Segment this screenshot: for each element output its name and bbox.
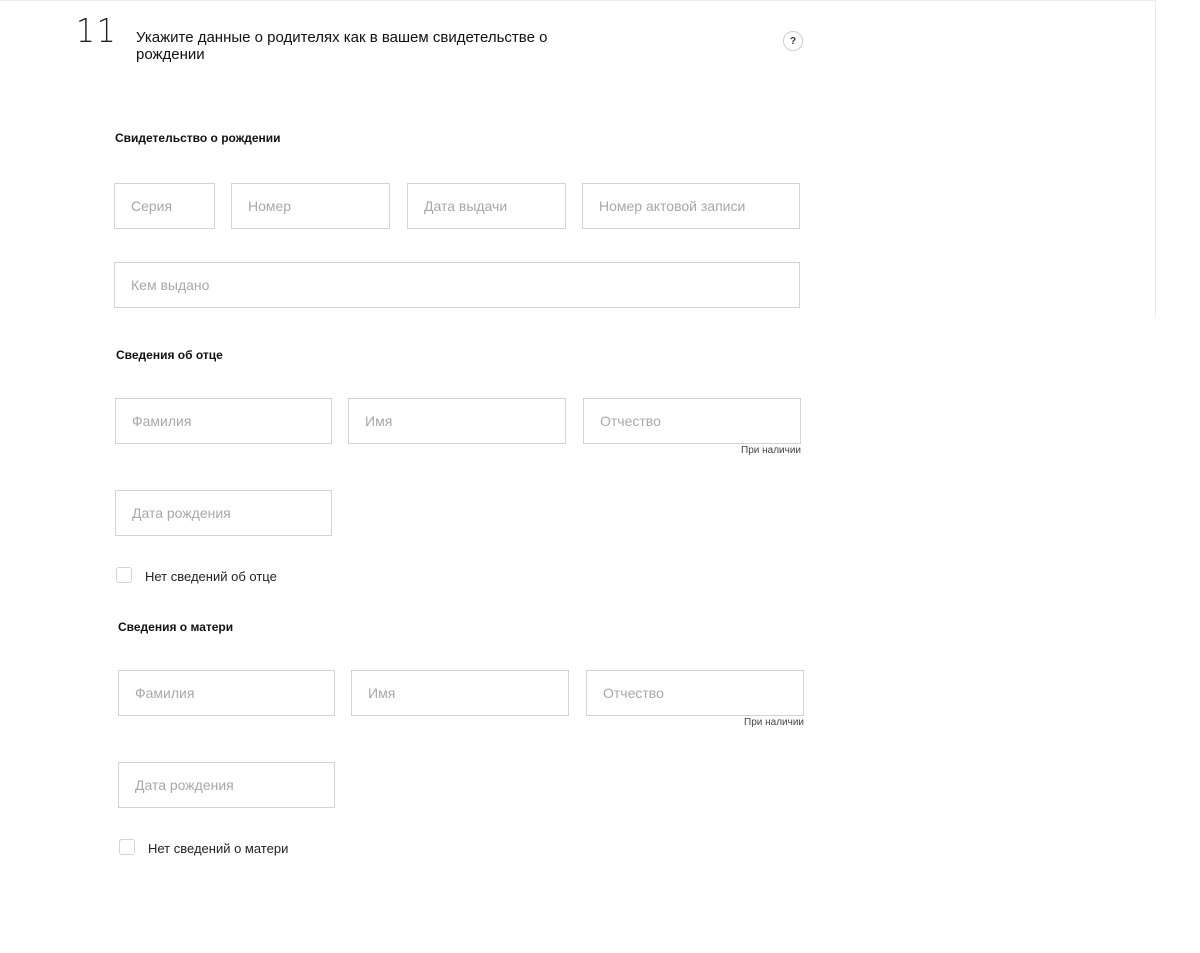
mother-patronymic-hint: При наличии [744,717,804,728]
certificate-heading: Свидетельство о рождении [115,131,281,145]
certificate-record-number-input[interactable] [582,183,800,229]
certificate-issued-by-input[interactable] [114,262,800,308]
father-patronymic-input[interactable] [583,398,801,444]
mother-no-info-label[interactable]: Нет сведений о матери [148,841,288,856]
step-title: Укажите данные о родителях как в вашем с… [136,29,548,63]
right-divider [1155,0,1156,318]
father-no-info-label[interactable]: Нет сведений об отце [145,569,277,584]
mother-birth-date-input[interactable] [118,762,335,808]
certificate-number-input[interactable] [231,183,390,229]
certificate-series-input[interactable] [114,183,215,229]
father-first-name-input[interactable] [348,398,566,444]
step-number: 11 [76,11,118,50]
mother-last-name-input[interactable] [118,670,335,716]
father-patronymic-hint: При наличии [741,445,801,456]
question-mark-icon[interactable]: ? [783,31,803,51]
mother-heading: Сведения о матери [118,620,234,634]
father-birth-date-input[interactable] [115,490,332,536]
certificate-issue-date-input[interactable] [407,183,566,229]
father-last-name-input[interactable] [115,398,332,444]
mother-patronymic-input[interactable] [586,670,804,716]
father-heading: Сведения об отце [116,348,223,362]
top-divider [0,0,1156,1]
father-no-info-checkbox[interactable] [116,567,132,583]
mother-no-info-checkbox[interactable] [119,839,135,855]
mother-first-name-input[interactable] [351,670,569,716]
